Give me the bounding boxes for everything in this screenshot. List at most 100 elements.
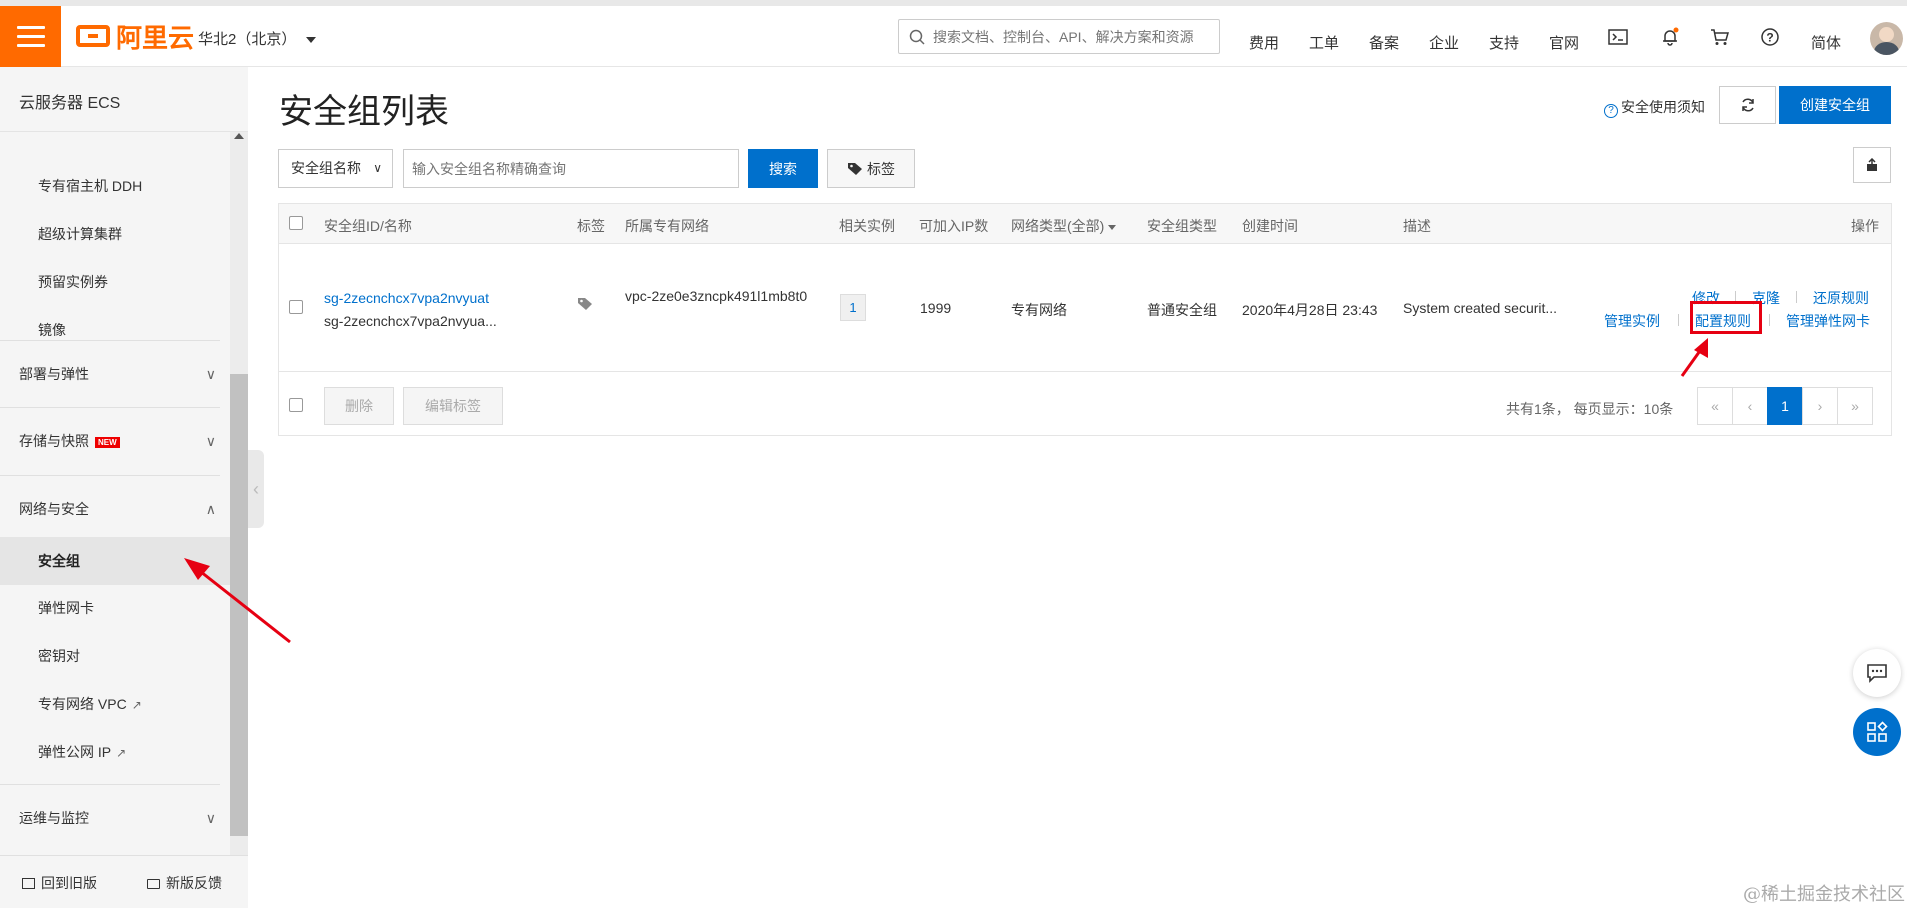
- table-footer: 删除 编辑标签 共有1条， 每页显示：10条 « ‹ 1 › »: [279, 372, 1891, 436]
- col-header-created: 创建时间: [1242, 218, 1298, 234]
- col-header-id: 安全组ID/名称: [324, 218, 412, 234]
- col-header-instances: 相关实例: [839, 218, 895, 234]
- refresh-button[interactable]: [1719, 86, 1776, 124]
- caret-down-icon: [306, 37, 317, 44]
- search-button[interactable]: 搜索: [748, 149, 818, 188]
- svg-text:?: ?: [1766, 31, 1773, 45]
- back-icon: [22, 878, 35, 889]
- sidebar-collapse-handle[interactable]: ‹: [248, 450, 264, 528]
- vpc-id: vpc-2ze0e3zncpk491l1mb8t0: [625, 288, 808, 304]
- chat-icon: [1867, 664, 1887, 683]
- page-1-button[interactable]: 1: [1767, 387, 1803, 425]
- cart-icon[interactable]: [1709, 26, 1731, 48]
- top-bar: 阿里云 华北2（北京） 费用 工单 备案 企业 支持 官网 ? 简体: [0, 0, 1907, 67]
- sg-id-link[interactable]: sg-2zecnchcx7vpa2nvyuat: [324, 290, 489, 306]
- nav-support[interactable]: 支持: [1489, 32, 1519, 53]
- last-page-button[interactable]: »: [1837, 387, 1873, 425]
- footer-select-all-checkbox[interactable]: [289, 398, 303, 412]
- sidebar-item-security-group[interactable]: 安全组: [0, 537, 230, 585]
- feedback-icon: [147, 879, 160, 889]
- security-notice-link[interactable]: ? 安全使用须知: [1604, 97, 1705, 118]
- search-icon: [909, 29, 925, 45]
- restore-rules-link[interactable]: 还原规则: [1813, 288, 1869, 308]
- bell-icon[interactable]: [1659, 26, 1681, 48]
- sidebar-item-supercomputing[interactable]: 超级计算集群: [0, 211, 230, 257]
- chat-float-button[interactable]: [1853, 649, 1901, 697]
- export-icon: [1867, 158, 1877, 171]
- scroll-up-arrow-icon[interactable]: [234, 133, 244, 139]
- col-header-vpc: 所属专有网络: [625, 218, 709, 234]
- sidebar-group-network[interactable]: 网络与安全 ∧: [0, 476, 230, 542]
- description: System created securit...: [1403, 300, 1558, 316]
- security-group-table: 安全组ID/名称 标签 所属专有网络 相关实例 可加入IP数 网络类型(全部) …: [278, 203, 1892, 436]
- question-icon: ?: [1604, 104, 1618, 118]
- sidebar-item-vpc[interactable]: 专有网络 VPC ↗: [0, 681, 230, 727]
- sidebar: 云服务器 ECS 专有宿主机 DDH 超级计算集群 预留实例券 镜像 部署与弹性…: [0, 67, 248, 908]
- nav-official-site[interactable]: 官网: [1549, 32, 1579, 53]
- global-search[interactable]: [898, 19, 1220, 54]
- sg-name: sg-2zecnchcx7vpa2nvyua...: [324, 313, 497, 329]
- col-header-ip-count: 可加入IP数: [919, 218, 989, 234]
- watermark: @稀土掘金技术社区: [1743, 884, 1905, 905]
- table-row: sg-2zecnchcx7vpa2nvyuat sg-2zecnchcx7vpa…: [279, 244, 1891, 372]
- sg-type: 普通安全组: [1147, 302, 1217, 318]
- filter-field-select[interactable]: 安全组名称 ∨: [278, 149, 393, 188]
- row-checkbox[interactable]: [289, 300, 303, 314]
- next-page-button[interactable]: ›: [1802, 387, 1838, 425]
- export-button[interactable]: [1853, 147, 1891, 183]
- create-security-group-button[interactable]: 创建安全组: [1779, 86, 1891, 124]
- user-avatar[interactable]: [1870, 22, 1903, 55]
- first-page-button[interactable]: «: [1697, 387, 1733, 425]
- col-header-desc: 描述: [1403, 218, 1431, 234]
- instance-count-badge[interactable]: 1: [840, 294, 866, 321]
- chevron-down-icon: ∨: [205, 810, 216, 826]
- tag-icon[interactable]: [577, 297, 593, 314]
- apps-float-button[interactable]: [1853, 708, 1901, 756]
- apps-icon: [1867, 721, 1888, 742]
- sidebar-scrollbar-thumb[interactable]: [230, 374, 248, 836]
- manage-instances-link[interactable]: 管理实例: [1604, 311, 1660, 331]
- hamburger-icon: [16, 26, 45, 29]
- col-header-network-type[interactable]: 网络类型(全部): [1011, 216, 1117, 236]
- sidebar-group-storage[interactable]: 存储与快照 NEW ∨: [0, 408, 230, 474]
- select-all-checkbox[interactable]: [289, 216, 303, 230]
- feedback-button[interactable]: 新版反馈: [147, 873, 222, 893]
- sidebar-bottom-bar: 回到旧版 新版反馈: [0, 855, 248, 908]
- chevron-left-icon: ‹: [253, 478, 259, 499]
- network-type: 专有网络: [1011, 302, 1067, 318]
- col-header-actions: 操作: [1851, 218, 1879, 234]
- chevron-down-icon: ∨: [205, 433, 216, 449]
- help-icon[interactable]: ?: [1759, 26, 1781, 48]
- nav-icp[interactable]: 备案: [1369, 32, 1399, 53]
- aliyun-logo[interactable]: 阿里云: [76, 20, 194, 53]
- nav-tickets[interactable]: 工单: [1309, 32, 1339, 53]
- sidebar-group-ops[interactable]: 运维与监控 ∨: [0, 785, 230, 851]
- col-header-tags: 标签: [577, 218, 605, 234]
- sidebar-item-ddh[interactable]: 专有宿主机 DDH: [0, 163, 230, 209]
- terminal-icon[interactable]: [1607, 26, 1629, 48]
- edit-tags-button[interactable]: 编辑标签: [403, 387, 503, 425]
- external-link-icon: ↗: [131, 698, 142, 712]
- sidebar-item-keypairs[interactable]: 密钥对: [0, 633, 230, 679]
- prev-page-button[interactable]: ‹: [1732, 387, 1768, 425]
- nav-billing[interactable]: 费用: [1249, 32, 1279, 53]
- external-link-icon: ↗: [116, 746, 127, 760]
- manage-eni-link[interactable]: 管理弹性网卡: [1786, 311, 1870, 331]
- back-to-old-version-button[interactable]: 回到旧版: [22, 873, 97, 893]
- sidebar-group-deploy[interactable]: 部署与弹性 ∨: [0, 341, 230, 407]
- sidebar-item-eip[interactable]: 弹性公网 IP ↗: [0, 729, 230, 775]
- tag-filter-button[interactable]: 标签: [827, 149, 915, 188]
- region-selector[interactable]: 华北2（北京）: [198, 28, 317, 49]
- delete-button[interactable]: 删除: [324, 387, 394, 425]
- menu-button[interactable]: [0, 6, 61, 67]
- global-search-input[interactable]: [933, 28, 1203, 45]
- chevron-up-icon: ∧: [205, 501, 216, 517]
- nav-enterprise[interactable]: 企业: [1429, 32, 1459, 53]
- sidebar-item-eni[interactable]: 弹性网卡: [0, 585, 230, 631]
- language-switch[interactable]: 简体: [1811, 32, 1841, 53]
- sidebar-item-reserved-instances[interactable]: 预留实例券: [0, 259, 230, 305]
- filter-search-input[interactable]: [403, 149, 739, 188]
- ip-count: 1999: [920, 300, 952, 316]
- aliyun-logo-icon: [76, 25, 110, 47]
- col-header-sg-type: 安全组类型: [1147, 218, 1217, 234]
